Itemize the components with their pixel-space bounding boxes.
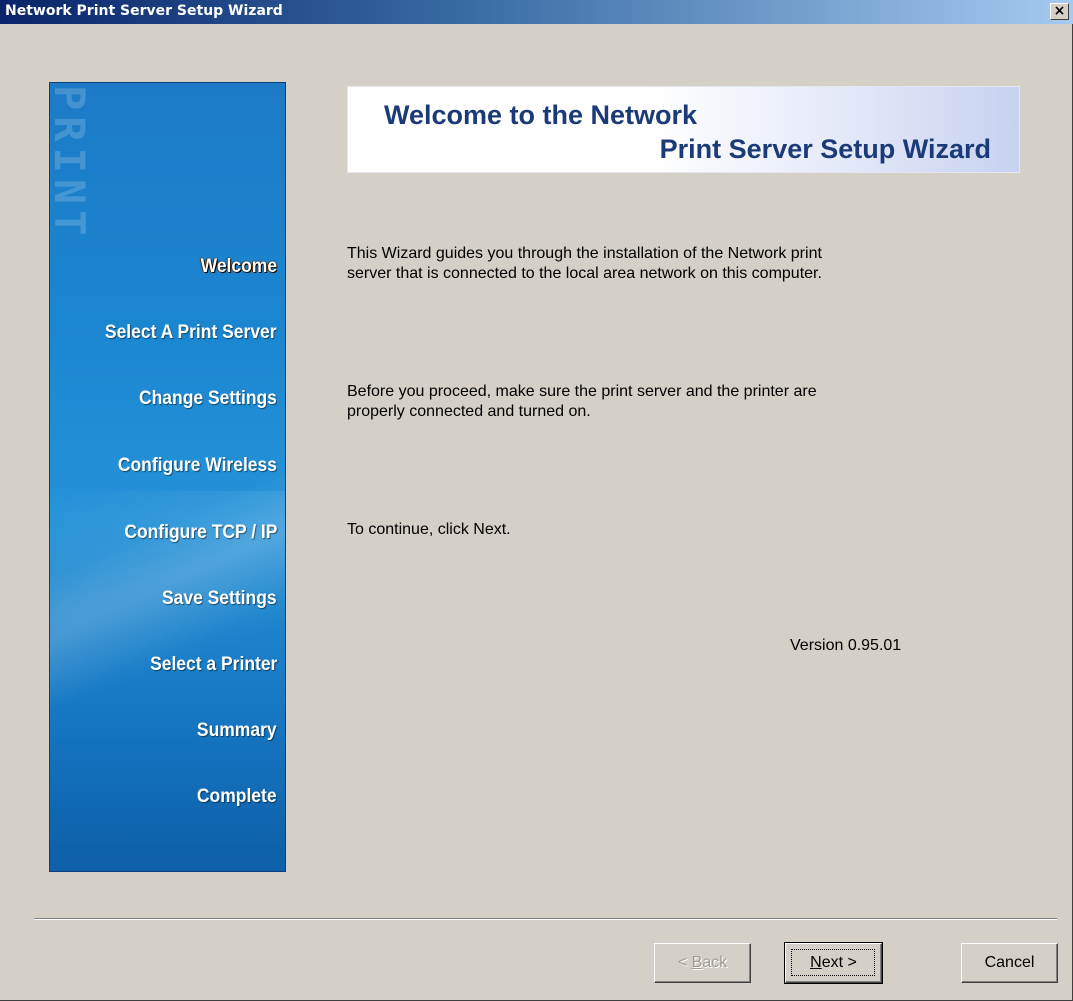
button-separator bbox=[34, 918, 1057, 920]
title-bar[interactable]: Network Print Server Setup Wizard × bbox=[0, 0, 1073, 24]
step-select-print-server: Select A Print Server bbox=[105, 322, 277, 343]
close-icon: × bbox=[1053, 3, 1066, 19]
step-select-printer: Select a Printer bbox=[149, 654, 277, 675]
step-complete: Complete bbox=[197, 786, 277, 807]
precaution-paragraph: Before you proceed, make sure the print … bbox=[347, 382, 1027, 422]
back-button[interactable]: < Back bbox=[654, 943, 751, 983]
version-label: Version 0.95.01 bbox=[790, 637, 902, 654]
banner-title-line1: Welcome to the Network bbox=[384, 100, 698, 130]
next-button[interactable]: Next > bbox=[784, 942, 883, 984]
step-save-settings: Save Settings bbox=[162, 588, 277, 609]
next-label-rest: ext > bbox=[821, 954, 857, 971]
step-change-settings: Change Settings bbox=[139, 388, 277, 409]
wizard-window: Network Print Server Setup Wizard × PRIN… bbox=[0, 0, 1073, 1001]
back-label-rest: ack bbox=[702, 954, 728, 971]
step-welcome: Welcome bbox=[200, 256, 277, 277]
next-accelerator: N bbox=[810, 954, 822, 971]
window-title: Network Print Server Setup Wizard bbox=[5, 3, 283, 19]
back-accelerator: B bbox=[691, 954, 703, 971]
step-configure-wireless: Configure Wireless bbox=[117, 455, 277, 476]
back-prefix: < bbox=[677, 954, 692, 971]
steps-sidebar: PRINT Welcome Select A Print Server Chan… bbox=[49, 82, 286, 872]
step-configure-tcp-ip: Configure TCP / IP bbox=[123, 522, 277, 543]
intro-paragraph: This Wizard guides you through the insta… bbox=[347, 244, 1027, 284]
step-summary: Summary bbox=[197, 720, 277, 741]
cancel-button[interactable]: Cancel bbox=[961, 943, 1058, 983]
welcome-banner: Welcome to the Network Print Server Setu… bbox=[347, 86, 1020, 173]
intro-line-2: server that is connected to the local ar… bbox=[347, 265, 822, 282]
sidebar-watermark: PRINT bbox=[49, 85, 94, 242]
precaution-line-2: properly connected and turned on. bbox=[347, 403, 591, 420]
precaution-line-1: Before you proceed, make sure the print … bbox=[347, 383, 817, 400]
next-label: Next > bbox=[810, 954, 857, 971]
continue-instruction: To continue, click Next. bbox=[347, 521, 511, 538]
intro-line-1: This Wizard guides you through the insta… bbox=[347, 245, 822, 262]
banner-title-line2: Print Server Setup Wizard bbox=[659, 134, 991, 164]
close-button[interactable]: × bbox=[1050, 3, 1069, 20]
